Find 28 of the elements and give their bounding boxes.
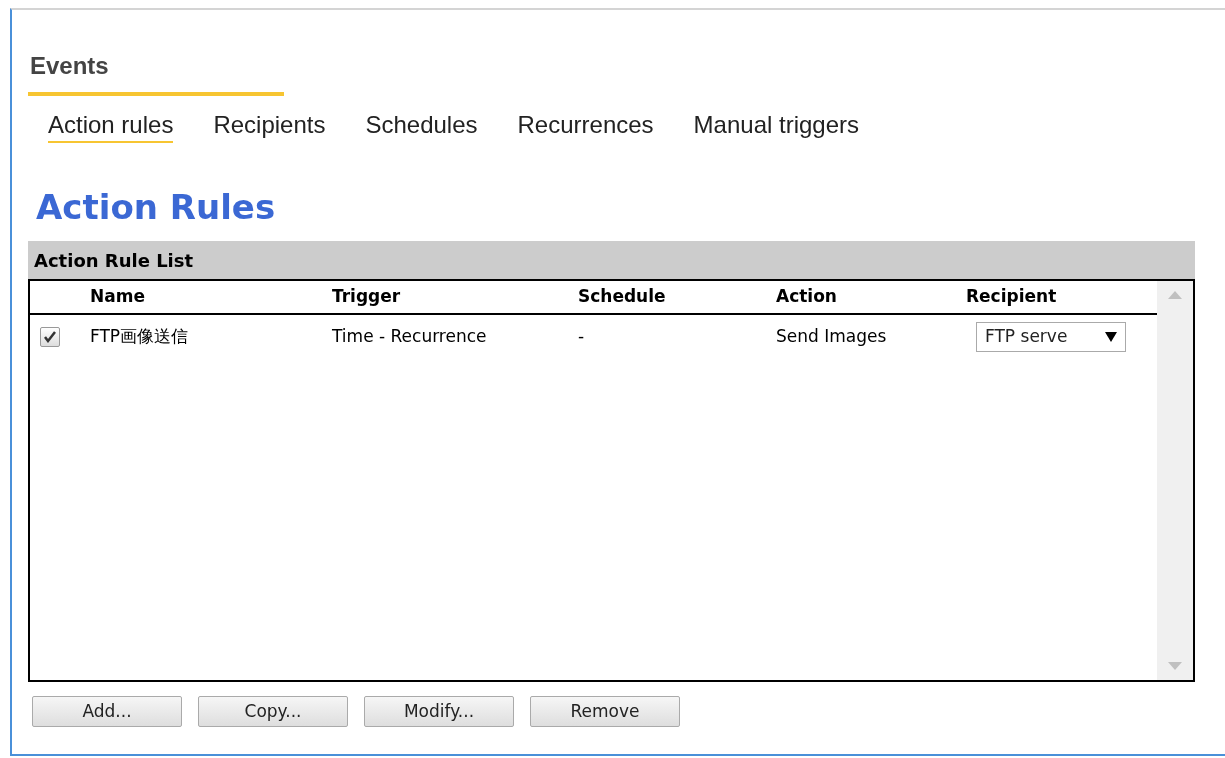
column-header: Schedule (578, 286, 666, 307)
column-header: Name (90, 286, 145, 307)
section-title: Events (30, 52, 109, 79)
recipient-dropdown[interactable]: FTP serve (976, 322, 1126, 352)
action-button[interactable]: Modify... (364, 696, 514, 727)
table-cell: Time - Recurrence (332, 326, 487, 347)
checkbox[interactable] (40, 327, 60, 347)
scroll-up-icon[interactable] (1168, 291, 1182, 299)
tab[interactable]: Schedules (365, 110, 478, 143)
table-cell: FTP画像送信 (90, 326, 189, 347)
action-button[interactable]: Remove (530, 696, 680, 727)
action-button[interactable]: Add... (32, 696, 182, 727)
table-cell: - (578, 326, 585, 347)
tab[interactable]: Action rules (48, 110, 174, 143)
action-button[interactable]: Copy... (198, 696, 348, 727)
table-cell: Send Images (776, 326, 887, 347)
tab[interactable]: Recipients (213, 110, 326, 143)
scrollbar[interactable] (1157, 281, 1193, 680)
column-header: Action (776, 286, 837, 307)
list-title: Action Rule List (34, 248, 194, 273)
column-header: Trigger (332, 286, 401, 307)
caret-icon (1105, 331, 1117, 343)
tab[interactable]: Manual triggers (693, 110, 859, 143)
page-title: Action Rules (35, 187, 276, 227)
scroll-down-icon[interactable] (1168, 662, 1182, 670)
check-icon (44, 331, 56, 343)
tab[interactable]: Recurrences (517, 110, 654, 143)
column-header: Recipient (966, 286, 1057, 307)
